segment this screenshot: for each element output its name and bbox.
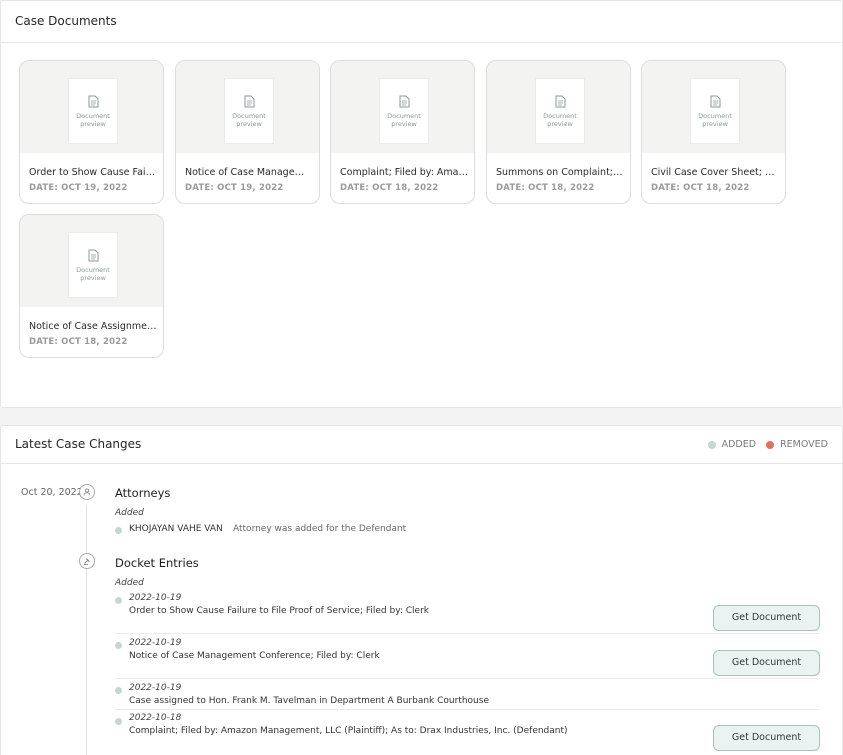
change-legend: ADDED REMOVED: [698, 439, 828, 450]
get-document-button[interactable]: Get Document: [713, 650, 820, 676]
preview-label-line1: Document: [76, 112, 110, 120]
attorney-name: KHOJAYAN VAHE VAN: [129, 524, 223, 534]
case-documents-title: Case Documents: [15, 14, 117, 28]
docket-entry-date: 2022-10-19: [129, 683, 182, 693]
preview-label-line1: Document: [232, 112, 266, 120]
case-documents-header: Case Documents: [1, 1, 842, 43]
legend-removed-label: REMOVED: [780, 439, 828, 450]
document-icon: [399, 95, 410, 108]
document-thumbnail: Document preview: [176, 61, 319, 153]
preview-label-line2: preview: [391, 120, 417, 128]
added-bullet-icon: [115, 597, 122, 604]
docket-entry-description: Order to Show Cause Failure to File Proo…: [129, 606, 430, 616]
document-icon: [244, 95, 255, 108]
legend-removed: REMOVED: [766, 439, 828, 450]
row-divider: [115, 678, 820, 679]
timeline-line: [86, 505, 87, 755]
preview-label-line1: Document: [543, 112, 577, 120]
preview-label-line2: preview: [80, 120, 106, 128]
document-date: DATE: OCT 18, 2022: [340, 183, 439, 193]
docket-added-label: Added: [115, 578, 144, 588]
document-icon: [710, 95, 721, 108]
document-date: DATE: OCT 18, 2022: [496, 183, 595, 193]
document-preview-placeholder: Document preview: [379, 78, 429, 144]
added-dot-icon: [707, 440, 716, 449]
added-bullet-icon: [115, 642, 122, 649]
document-title: Complaint; Filed by: Amazon Management, …: [340, 167, 468, 178]
docket-entry-description: Case assigned to Hon. Frank M. Tavelman …: [129, 696, 489, 706]
added-bullet-icon: [115, 687, 122, 694]
added-bullet-icon: [115, 718, 122, 725]
document-card[interactable]: Documentpreview Notice of Case Managemen…: [175, 60, 320, 204]
document-title: Notice of Case Management Conference: [185, 167, 313, 178]
document-date: DATE: OCT 18, 2022: [651, 183, 750, 193]
attorneys-heading: Attorneys: [115, 486, 171, 500]
change-date: Oct 20, 2022: [21, 487, 83, 498]
document-title: Civil Case Cover Sheet; Filed by: Amazon: [651, 167, 779, 178]
document-card[interactable]: Document preview Notice of Case Assignmen…: [19, 214, 164, 358]
document-thumbnail: Document preview: [642, 61, 785, 153]
legend-added: ADDED: [707, 439, 757, 450]
document-card[interactable]: Document preview Civil Case Cover Sheet; …: [641, 60, 786, 204]
document-icon: [88, 249, 99, 262]
latest-case-changes-header: Latest Case Changes ADDED REMOVED: [1, 426, 842, 464]
document-preview-placeholder: Document preview: [68, 232, 118, 298]
docket-entry-date: 2022-10-19: [129, 638, 182, 648]
document-thumbnail: Document preview: [331, 61, 474, 153]
document-date: DATE: OCT 19, 2022: [185, 183, 284, 193]
get-document-button[interactable]: Get Document: [713, 725, 820, 751]
preview-label-line2: preview: [702, 120, 728, 128]
document-thumbnail: Document preview: [20, 215, 163, 307]
preview-label-line1: Document: [76, 266, 110, 274]
document-thumbnail: Document preview: [487, 61, 630, 153]
docket-entry-description: Notice of Case Management Conference; Fi…: [129, 651, 380, 661]
docket-entry-description: Complaint; Filed by: Amazon Management, …: [129, 726, 568, 736]
document-date: DATE: OCT 18, 2022: [29, 337, 128, 347]
legend-added-label: ADDED: [721, 439, 757, 450]
latest-case-changes-title: Latest Case Changes: [15, 437, 142, 451]
docket-entries-heading: Docket Entries: [115, 556, 199, 570]
document-title: Order to Show Cause Failure to File Proo…: [29, 167, 157, 178]
preview-label-line1: Document: [387, 112, 421, 120]
document-title: Summons on Complaint; Issued: [496, 167, 624, 178]
attorney-note: Attorney was added for the Defendant: [233, 524, 407, 534]
document-card[interactable]: Document preview Complaint; Filed by: Ama…: [330, 60, 475, 204]
added-bullet-icon: [115, 527, 122, 534]
preview-label-line1: Document: [698, 112, 732, 120]
document-card[interactable]: Document preview Order to Show Cause Fail…: [19, 60, 164, 204]
document-icon: [88, 95, 99, 108]
document-title: Notice of Case Assignment - Unlimited Ci…: [29, 321, 157, 332]
get-document-button[interactable]: Get Document: [713, 605, 820, 631]
document-preview-placeholder: Document preview: [690, 78, 740, 144]
document-card[interactable]: Document preview Summons on Complaint; Is…: [486, 60, 631, 204]
row-divider: [115, 709, 820, 710]
document-preview-placeholder: Document preview: [224, 78, 274, 144]
attorney-icon: [79, 484, 95, 500]
docket-icon: [79, 553, 95, 569]
document-icon: [555, 95, 566, 108]
attorneys-added-label: Added: [115, 508, 144, 518]
document-preview-placeholder: Document preview: [535, 78, 585, 144]
row-divider: [115, 633, 820, 634]
removed-dot-icon: [766, 440, 775, 449]
docket-entry-date: 2022-10-18: [129, 713, 182, 723]
document-date: DATE: OCT 19, 2022: [29, 183, 128, 193]
document-thumbnail: Document preview: [20, 61, 163, 153]
preview-label-line2: preview: [236, 120, 262, 128]
document-preview-placeholder: Document preview: [68, 78, 118, 144]
preview-label-line2: preview: [547, 120, 573, 128]
preview-label-line2: preview: [80, 274, 106, 282]
docket-entry-date: 2022-10-19: [129, 593, 182, 603]
